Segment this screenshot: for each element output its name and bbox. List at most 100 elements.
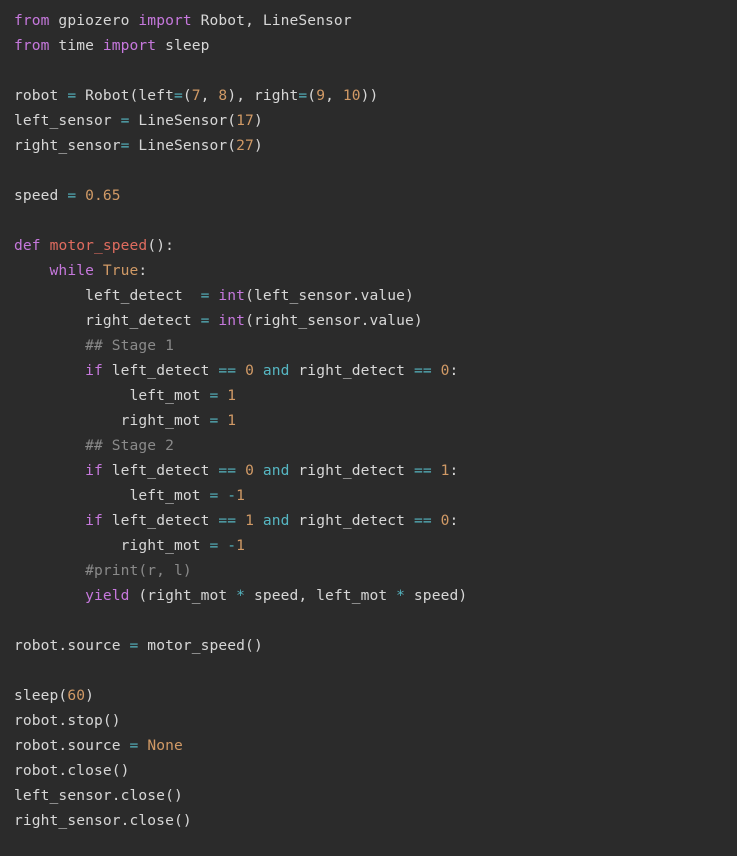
code-token-num: 0: [440, 362, 450, 379]
code-token-kw: from: [14, 12, 50, 29]
code-line: while True:: [14, 258, 737, 283]
code-token-txt: right_mot: [14, 412, 210, 429]
code-token-kw: if: [85, 462, 103, 479]
code-line: robot.stop(): [14, 708, 737, 733]
code-token-op: and: [262, 462, 290, 479]
code-line: robot.source = motor_speed(): [14, 633, 737, 658]
code-token-txt: left_detect: [102, 362, 219, 379]
code-line: right_sensor= LineSensor(27): [14, 133, 737, 158]
code-line: left_mot = 1: [14, 383, 737, 408]
code-token-op: ==: [218, 362, 237, 379]
code-line: right_sensor.close(): [14, 808, 737, 833]
code-token-txt: robot.source: [14, 637, 130, 654]
code-token-cmt: #print(r, l): [85, 562, 192, 579]
code-token-num: 1: [440, 462, 450, 479]
code-token-txt: ): [253, 112, 263, 129]
code-token-op: *: [236, 587, 246, 604]
code-token-num: 0.65: [85, 187, 121, 204]
code-token-txt: Robot(left: [76, 87, 174, 104]
code-line: yield (right_mot * speed, left_mot * spe…: [14, 583, 737, 608]
code-token-txt: robot: [14, 87, 68, 104]
code-token-txt: left_mot: [14, 387, 210, 404]
code-token-num: 17: [236, 112, 254, 129]
code-token-op: *: [396, 587, 406, 604]
code-line: if left_detect == 0 and right_detect == …: [14, 458, 737, 483]
code-token-txt: speed, left_mot: [245, 587, 397, 604]
code-line: if left_detect == 0 and right_detect == …: [14, 358, 737, 383]
code-token-txt: LineSensor(: [129, 137, 237, 154]
source-code-block[interactable]: from gpiozero import Robot, LineSensor f…: [14, 8, 737, 833]
code-token-kw: import: [102, 37, 157, 54]
code-token-num: 0: [245, 462, 254, 479]
code-token-txt: robot.close(): [14, 762, 130, 779]
code-token-kw: def: [14, 237, 41, 254]
code-token-builtin: int: [218, 312, 246, 329]
code-line: right_detect = int(right_sensor.value): [14, 308, 737, 333]
code-token-txt: robot.stop(): [14, 712, 121, 729]
code-token-num: 9: [316, 87, 326, 104]
code-token-txt: right_detect: [289, 512, 414, 529]
code-token-fn: motor_speed: [49, 237, 148, 254]
code-token-op: and: [262, 512, 290, 529]
code-line: from time import sleep: [14, 33, 737, 58]
code-token-cmt: ## Stage 1: [85, 337, 174, 354]
code-line: right_mot = 1: [14, 408, 737, 433]
code-token-txt: motor_speed(): [138, 637, 263, 654]
code-token-op: ==: [218, 512, 237, 529]
code-line: left_sensor = LineSensor(17): [14, 108, 737, 133]
code-token-num: 1: [227, 412, 237, 429]
code-token-txt: right_detect: [289, 362, 414, 379]
code-token-txt: left_detect: [102, 462, 219, 479]
code-token-op: =: [173, 87, 183, 104]
code-token-txt: left_sensor.close(): [14, 787, 183, 804]
code-token-txt: gpiozero: [49, 12, 139, 29]
code-token-num: 7: [191, 87, 201, 104]
code-token-op: =: [120, 112, 130, 129]
code-token-txt: ,: [200, 87, 219, 104]
code-token-txt: speed: [14, 187, 68, 204]
code-token-txt: sleep: [156, 37, 210, 54]
code-viewer[interactable]: from gpiozero import Robot, LineSensor f…: [0, 0, 737, 856]
code-token-txt: (: [307, 87, 317, 104]
code-token-txt: left_detect: [14, 287, 201, 304]
code-line: ## Stage 1: [14, 333, 737, 358]
code-token-op: ==: [218, 462, 237, 479]
code-token-op: =: [200, 312, 210, 329]
code-token-txt: (: [182, 87, 192, 104]
code-token-txt: ():: [147, 237, 174, 254]
code-token-txt: right_detect: [289, 462, 414, 479]
code-token-txt: left_detect: [102, 512, 219, 529]
code-token-txt: right_mot: [14, 537, 210, 554]
code-token-txt: robot.source: [14, 737, 130, 754]
code-token-num: 1: [236, 537, 246, 554]
code-line: sleep(60): [14, 683, 737, 708]
code-token-txt: ), right: [227, 87, 299, 104]
code-line: robot.close(): [14, 758, 737, 783]
code-token-cmt: ## Stage 2: [85, 437, 174, 454]
code-token-kw: if: [85, 512, 103, 529]
code-token-txt: sleep(: [14, 687, 68, 704]
code-token-txt: speed): [405, 587, 468, 604]
code-token-txt: (left_sensor.value): [245, 287, 414, 304]
code-token-txt: left_mot: [14, 487, 210, 504]
code-token-txt: time: [49, 37, 103, 54]
